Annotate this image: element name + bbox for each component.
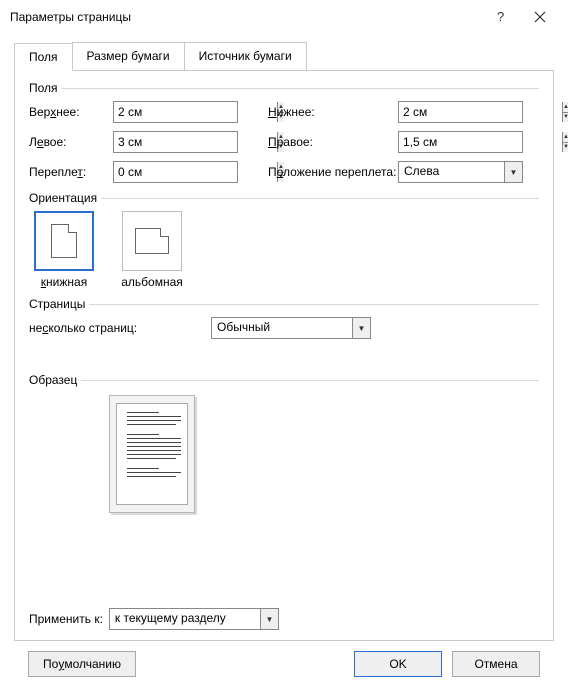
cancel-button[interactable]: Отмена bbox=[452, 651, 540, 677]
gutter-position-value: Слева bbox=[399, 162, 504, 182]
group-margins: Поля bbox=[29, 81, 539, 95]
top-margin-input[interactable]: ▲▼ bbox=[113, 101, 238, 123]
group-margins-label: Поля bbox=[29, 81, 58, 95]
gutter-label: Переплет: bbox=[29, 165, 113, 179]
multiple-pages-value: Обычный bbox=[212, 318, 352, 338]
group-preview-label: Образец bbox=[29, 373, 77, 387]
tab-margins[interactable]: Поля bbox=[14, 43, 73, 71]
svg-text:?: ? bbox=[497, 10, 504, 24]
orientation-landscape-label: альбомная bbox=[121, 275, 183, 289]
right-margin-input[interactable]: ▲▼ bbox=[398, 131, 523, 153]
group-preview: Образец bbox=[29, 373, 539, 387]
apply-to-label: Применить к: bbox=[29, 612, 103, 626]
close-button[interactable] bbox=[520, 2, 560, 32]
left-margin-input[interactable]: ▲▼ bbox=[113, 131, 238, 153]
dialog-buttons: По умолчанию OK Отмена bbox=[14, 641, 554, 689]
apply-to-select[interactable]: к текущему разделу ▼ bbox=[109, 608, 279, 630]
top-margin-label: Верхнее: bbox=[29, 105, 113, 119]
spin-down-icon[interactable]: ▼ bbox=[563, 143, 568, 153]
group-orientation: Ориентация bbox=[29, 191, 539, 205]
gutter-position-select[interactable]: Слева ▼ bbox=[398, 161, 523, 183]
ok-button[interactable]: OK bbox=[354, 651, 442, 677]
multiple-pages-select[interactable]: Обычный ▼ bbox=[211, 317, 371, 339]
chevron-down-icon: ▼ bbox=[504, 162, 522, 182]
tab-strip: Поля Размер бумаги Источник бумаги bbox=[14, 42, 554, 71]
portrait-icon bbox=[51, 224, 77, 258]
help-button[interactable]: ? bbox=[480, 2, 520, 32]
spin-up-icon[interactable]: ▲ bbox=[563, 102, 568, 113]
chevron-down-icon: ▼ bbox=[352, 318, 370, 338]
orientation-landscape[interactable]: альбомная bbox=[117, 211, 187, 289]
gutter-position-label: Положение переплета: bbox=[238, 165, 398, 179]
titlebar: Параметры страницы ? bbox=[0, 0, 568, 34]
apply-to-value: к текущему разделу bbox=[110, 609, 260, 629]
window-title: Параметры страницы bbox=[10, 10, 480, 24]
orientation-portrait-label: книжная bbox=[41, 275, 87, 289]
gutter-input[interactable]: ▲▼ bbox=[113, 161, 238, 183]
chevron-down-icon: ▼ bbox=[260, 609, 278, 629]
left-margin-label: Левое: bbox=[29, 135, 113, 149]
tab-paper-size[interactable]: Размер бумаги bbox=[72, 42, 185, 70]
set-default-button[interactable]: По умолчанию bbox=[28, 651, 136, 677]
right-margin-label: Правое: bbox=[238, 135, 398, 149]
orientation-portrait[interactable]: книжная bbox=[29, 211, 99, 289]
spin-down-icon[interactable]: ▼ bbox=[563, 113, 568, 123]
group-pages: Страницы bbox=[29, 297, 539, 311]
bottom-margin-label: Нижнее: bbox=[238, 105, 398, 119]
group-pages-label: Страницы bbox=[29, 297, 85, 311]
landscape-icon bbox=[135, 228, 169, 254]
tab-paper-source[interactable]: Источник бумаги bbox=[184, 42, 307, 70]
multiple-pages-label: несколько страниц: bbox=[29, 321, 211, 335]
tab-panel: Поля Верхнее: ▲▼ Нижнее: ▲▼ Левое: ▲▼ Пр… bbox=[14, 71, 554, 641]
preview bbox=[109, 395, 195, 513]
preview-page-icon bbox=[116, 403, 188, 505]
group-orientation-label: Ориентация bbox=[29, 191, 97, 205]
bottom-margin-input[interactable]: ▲▼ bbox=[398, 101, 523, 123]
spin-up-icon[interactable]: ▲ bbox=[563, 132, 568, 143]
